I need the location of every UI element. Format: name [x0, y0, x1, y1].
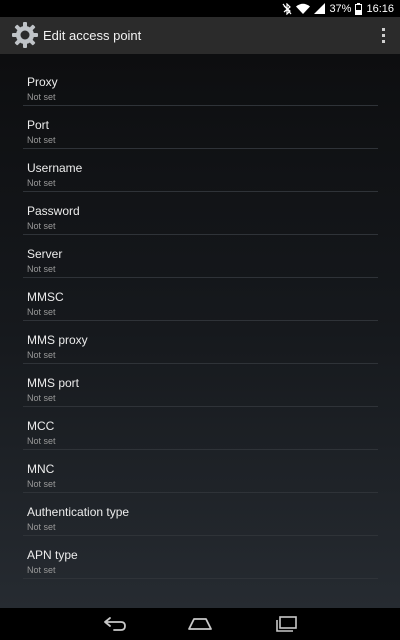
pref-apn-type[interactable]: APN type Not set: [23, 536, 378, 579]
pref-title: Server: [27, 247, 63, 261]
pref-mnc[interactable]: MNC Not set: [23, 450, 378, 493]
home-icon[interactable]: [180, 612, 220, 636]
pref-port[interactable]: Port Not set: [23, 106, 378, 149]
preference-list: Proxy Not set Port Not set Username Not …: [23, 63, 378, 579]
pref-summary: Not set: [27, 221, 56, 231]
preference-content: Proxy Not set Port Not set Username Not …: [0, 54, 400, 608]
pref-summary: Not set: [27, 307, 56, 317]
page-title: Edit access point: [43, 28, 142, 43]
pref-summary: Not set: [27, 178, 56, 188]
signal-icon: [314, 3, 326, 14]
pref-title: MMS proxy: [27, 333, 88, 347]
status-bar: 37% 16:16: [0, 0, 400, 17]
pref-mmsc[interactable]: MMSC Not set: [23, 278, 378, 321]
settings-gear-icon[interactable]: [9, 19, 41, 51]
navigation-bar: [0, 608, 400, 640]
pref-summary: Not set: [27, 135, 56, 145]
overflow-menu-icon[interactable]: [378, 26, 388, 46]
pref-mms-port[interactable]: MMS port Not set: [23, 364, 378, 407]
pref-mms-proxy[interactable]: MMS proxy Not set: [23, 321, 378, 364]
pref-password[interactable]: Password Not set: [23, 192, 378, 235]
clock: 16:16: [366, 2, 394, 15]
pref-title: Authentication type: [27, 505, 130, 519]
battery-percent: 37%: [329, 2, 352, 15]
pref-summary: Not set: [27, 436, 56, 446]
pref-title: Username: [27, 161, 83, 175]
recents-icon[interactable]: [266, 612, 306, 636]
pref-title: MMSC: [27, 290, 64, 304]
pref-mcc[interactable]: MCC Not set: [23, 407, 378, 450]
pref-summary: Not set: [27, 350, 56, 360]
pref-title: Password: [27, 204, 80, 218]
status-icons: 37% 16:16: [282, 0, 394, 17]
pref-summary: Not set: [27, 92, 56, 102]
pref-title: MCC: [27, 419, 55, 433]
action-bar: Edit access point: [0, 17, 400, 54]
pref-title: Proxy: [27, 75, 58, 89]
pref-title: MNC: [27, 462, 55, 476]
pref-summary: Not set: [27, 565, 56, 575]
bluetooth-off-icon: [282, 2, 292, 15]
pref-summary: Not set: [27, 522, 56, 532]
pref-summary: Not set: [27, 479, 56, 489]
pref-title: MMS port: [27, 376, 80, 390]
pref-authentication-type[interactable]: Authentication type Not set: [23, 493, 378, 536]
pref-summary: Not set: [27, 393, 56, 403]
wifi-icon: [296, 3, 311, 14]
back-icon[interactable]: [95, 612, 135, 636]
pref-proxy[interactable]: Proxy Not set: [23, 63, 378, 106]
pref-title: APN type: [27, 548, 78, 562]
battery-icon: [355, 2, 363, 15]
pref-server[interactable]: Server Not set: [23, 235, 378, 278]
pref-username[interactable]: Username Not set: [23, 149, 378, 192]
pref-title: Port: [27, 118, 50, 132]
pref-summary: Not set: [27, 264, 56, 274]
